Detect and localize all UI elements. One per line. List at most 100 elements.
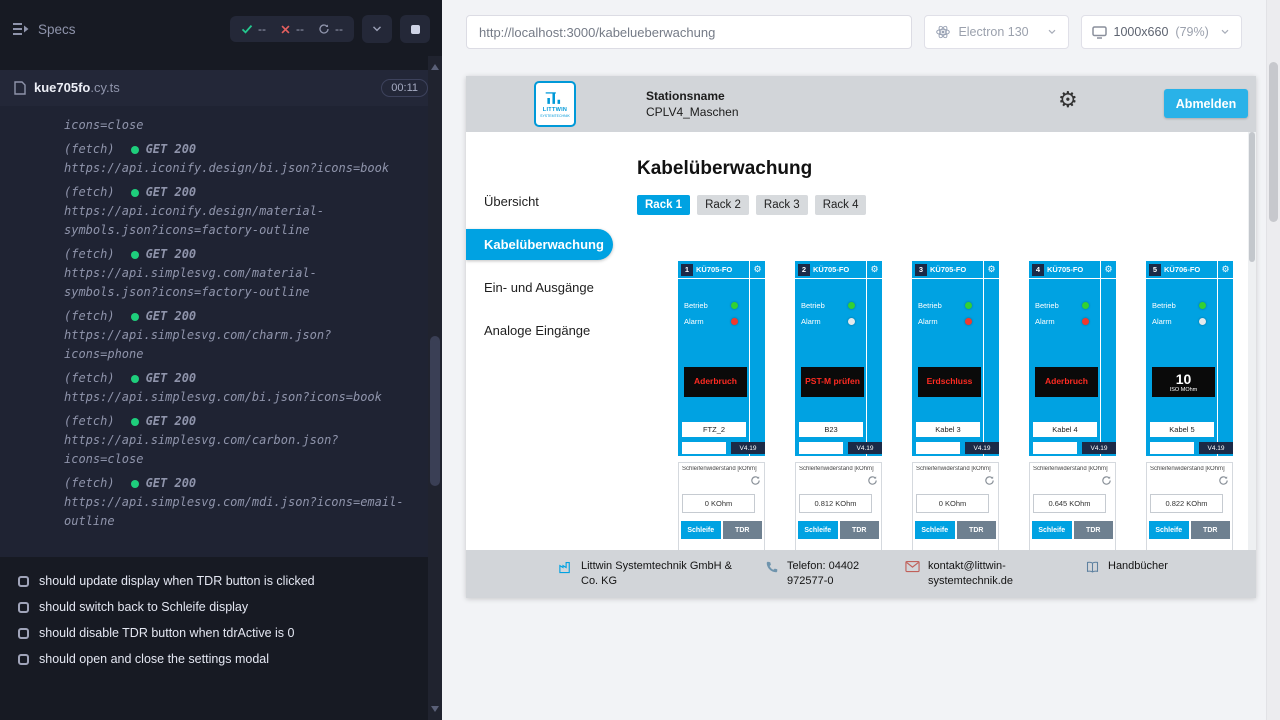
tdr-button[interactable]: TDR <box>840 521 880 539</box>
log-entry-url: https://api.simplesvg.com/bi.json?icons=… <box>64 388 406 407</box>
tdr-button[interactable]: TDR <box>723 521 763 539</box>
cypress-runner-window: Specs -- -- -- <box>0 0 1280 720</box>
rack-tabs: Rack 1 Rack 2 Rack 3 Rack 4 <box>637 195 1256 215</box>
schleife-button[interactable]: Schleife <box>915 521 955 539</box>
log-entry-status: GET 200 <box>131 183 197 202</box>
specs-menu-button[interactable]: Specs <box>12 22 76 37</box>
refresh-icon[interactable] <box>1101 475 1112 486</box>
log-entry-type: (fetch) <box>64 307 115 326</box>
device-display: Aderbruch <box>1035 367 1098 397</box>
measurement-value: 0.645 KOhm <box>1033 494 1106 513</box>
betrieb-indicator: Betrieb <box>1035 301 1089 310</box>
refresh-icon[interactable] <box>867 475 878 486</box>
scroll-down-arrow[interactable] <box>431 706 439 712</box>
betrieb-led <box>848 302 855 309</box>
scroll-up-arrow[interactable] <box>431 64 439 70</box>
test-item[interactable]: should update display when TDR button is… <box>0 568 428 594</box>
device-display: 10 ISO MOhm <box>1152 367 1215 397</box>
reporter-scrollbar[interactable] <box>428 56 442 720</box>
viewport-select[interactable]: 1000x660 (79%) <box>1081 15 1243 49</box>
device-front-panel: 4 KÜ705-FO ⚙ Betrieb Alarm Aderbruch <box>1029 261 1116 456</box>
alarm-indicator: Alarm <box>684 317 738 326</box>
device-side-column: ⚙ <box>866 261 882 456</box>
log-entry-type: (fetch) <box>64 474 115 493</box>
footer-email[interactable]: kontakt@littwin-systemtechnik.de <box>905 559 1023 589</box>
chevron-down-icon <box>1046 26 1058 38</box>
bottom-strip <box>799 442 843 454</box>
device-front-panel: 5 KÜ706-FO ⚙ Betrieb Alarm 10 <box>1146 261 1233 456</box>
measurement-panel: Schleifenwiderstand [kOhm] 0 KOhm Schlei… <box>912 462 999 554</box>
app-scrollbar-thumb[interactable] <box>1249 132 1255 262</box>
schleife-button[interactable]: Schleife <box>1032 521 1072 539</box>
reporter-panel: Specs -- -- -- <box>0 0 442 720</box>
tab-rack-2[interactable]: Rack 2 <box>697 195 749 215</box>
refresh-icon[interactable] <box>984 475 995 486</box>
command-log: icons=close (fetch)GET 200 https://api.i… <box>0 106 428 557</box>
logo-subtext: SYSTEMTECHNIK <box>540 114 570 118</box>
status-ok-dot <box>131 313 139 321</box>
address-bar[interactable] <box>466 15 912 49</box>
app-nav: Übersicht Kabelüberwachung Ein- und Ausg… <box>466 132 618 554</box>
schleife-button[interactable]: Schleife <box>1149 521 1189 539</box>
app-header: LITTWIN SYSTEMTECHNIK Stationsname CPLV4… <box>466 76 1256 132</box>
device-model: KÜ705-FO <box>1047 265 1083 274</box>
app-scrollbar[interactable] <box>1248 132 1256 550</box>
test-list: should update display when TDR button is… <box>0 568 428 672</box>
log-entry[interactable]: (fetch)GET 200 https://api.simplesvg.com… <box>0 369 428 407</box>
log-entry[interactable]: (fetch)GET 200 https://api.simplesvg.com… <box>0 245 428 302</box>
app-footer: Littwin Systemtechnik GmbH & Co. KG Tele… <box>466 550 1256 598</box>
schleife-button[interactable]: Schleife <box>798 521 838 539</box>
tab-rack-4[interactable]: Rack 4 <box>815 195 867 215</box>
test-item[interactable]: should switch back to Schleife display <box>0 594 428 620</box>
measurement-panel: Schleifenwiderstand [kOhm] 0.645 KOhm Sc… <box>1029 462 1116 554</box>
collapse-all-button[interactable] <box>362 15 392 43</box>
log-entry-type: (fetch) <box>64 412 115 431</box>
betrieb-led <box>731 302 738 309</box>
nav-kabelueberwachung[interactable]: Kabelüberwachung <box>466 229 613 260</box>
spec-header[interactable]: kue705fo.cy.ts 00:11 <box>0 70 442 106</box>
refresh-icon[interactable] <box>750 475 761 486</box>
schleife-button[interactable]: Schleife <box>681 521 721 539</box>
refresh-icon <box>318 23 330 35</box>
settings-gear-icon[interactable]: ⚙ <box>1058 89 1078 111</box>
measurement-value: 0.812 KOhm <box>799 494 872 513</box>
test-item[interactable]: should open and close the settings modal <box>0 646 428 672</box>
alarm-indicator: Alarm <box>1035 317 1089 326</box>
device-number-badge: 3 <box>915 264 927 276</box>
tdr-button[interactable]: TDR <box>957 521 997 539</box>
tdr-button[interactable]: TDR <box>1074 521 1114 539</box>
scrollbar-thumb[interactable] <box>430 336 440 486</box>
log-entry[interactable]: (fetch)GET 200 https://api.iconify.desig… <box>0 140 428 178</box>
failed-count: -- <box>296 22 304 36</box>
log-entry-status: GET 200 <box>131 369 197 388</box>
browser-select[interactable]: Electron 130 <box>924 15 1068 49</box>
tab-rack-1[interactable]: Rack 1 <box>637 195 690 215</box>
test-item[interactable]: should disable TDR button when tdrActive… <box>0 620 428 646</box>
status-ok-dot <box>131 189 139 197</box>
log-url-fragment: icons=close <box>0 116 428 135</box>
footer-manuals[interactable]: Handbücher <box>1085 559 1168 575</box>
log-entry[interactable]: (fetch)GET 200 https://api.simplesvg.com… <box>0 474 428 531</box>
log-entry-url: https://api.simplesvg.com/carbon.json?ic… <box>64 431 406 469</box>
refresh-icon[interactable] <box>1218 475 1229 486</box>
stop-run-button[interactable] <box>400 15 430 43</box>
tdr-button[interactable]: TDR <box>1191 521 1231 539</box>
log-entry[interactable]: (fetch)GET 200 https://api.iconify.desig… <box>0 183 428 240</box>
log-entry[interactable]: (fetch)GET 200 https://api.simplesvg.com… <box>0 307 428 364</box>
window-scrollbar[interactable] <box>1266 0 1280 720</box>
nav-ein-und-ausgaenge[interactable]: Ein- und Ausgänge <box>466 272 618 303</box>
logo-text: LITTWIN <box>543 107 567 113</box>
device-head: 1 KÜ705-FO <box>678 261 765 279</box>
device-front-panel: 1 KÜ705-FO ⚙ Betrieb Alarm Aderbruch <box>678 261 765 456</box>
chevron-down-icon <box>370 22 384 36</box>
pending-count: -- <box>335 22 343 36</box>
tab-rack-3[interactable]: Rack 3 <box>756 195 808 215</box>
window-scrollbar-thumb[interactable] <box>1269 62 1278 222</box>
status-ok-dot <box>131 480 139 488</box>
browser-name: Electron 130 <box>958 25 1028 39</box>
nav-analoge-eingaenge[interactable]: Analoge Eingänge <box>466 315 618 346</box>
nav-uebersicht[interactable]: Übersicht <box>466 186 618 217</box>
logout-button[interactable]: Abmelden <box>1164 89 1248 118</box>
log-entry[interactable]: (fetch)GET 200 https://api.simplesvg.com… <box>0 412 428 469</box>
device-head: 2 KÜ705-FO <box>795 261 882 279</box>
